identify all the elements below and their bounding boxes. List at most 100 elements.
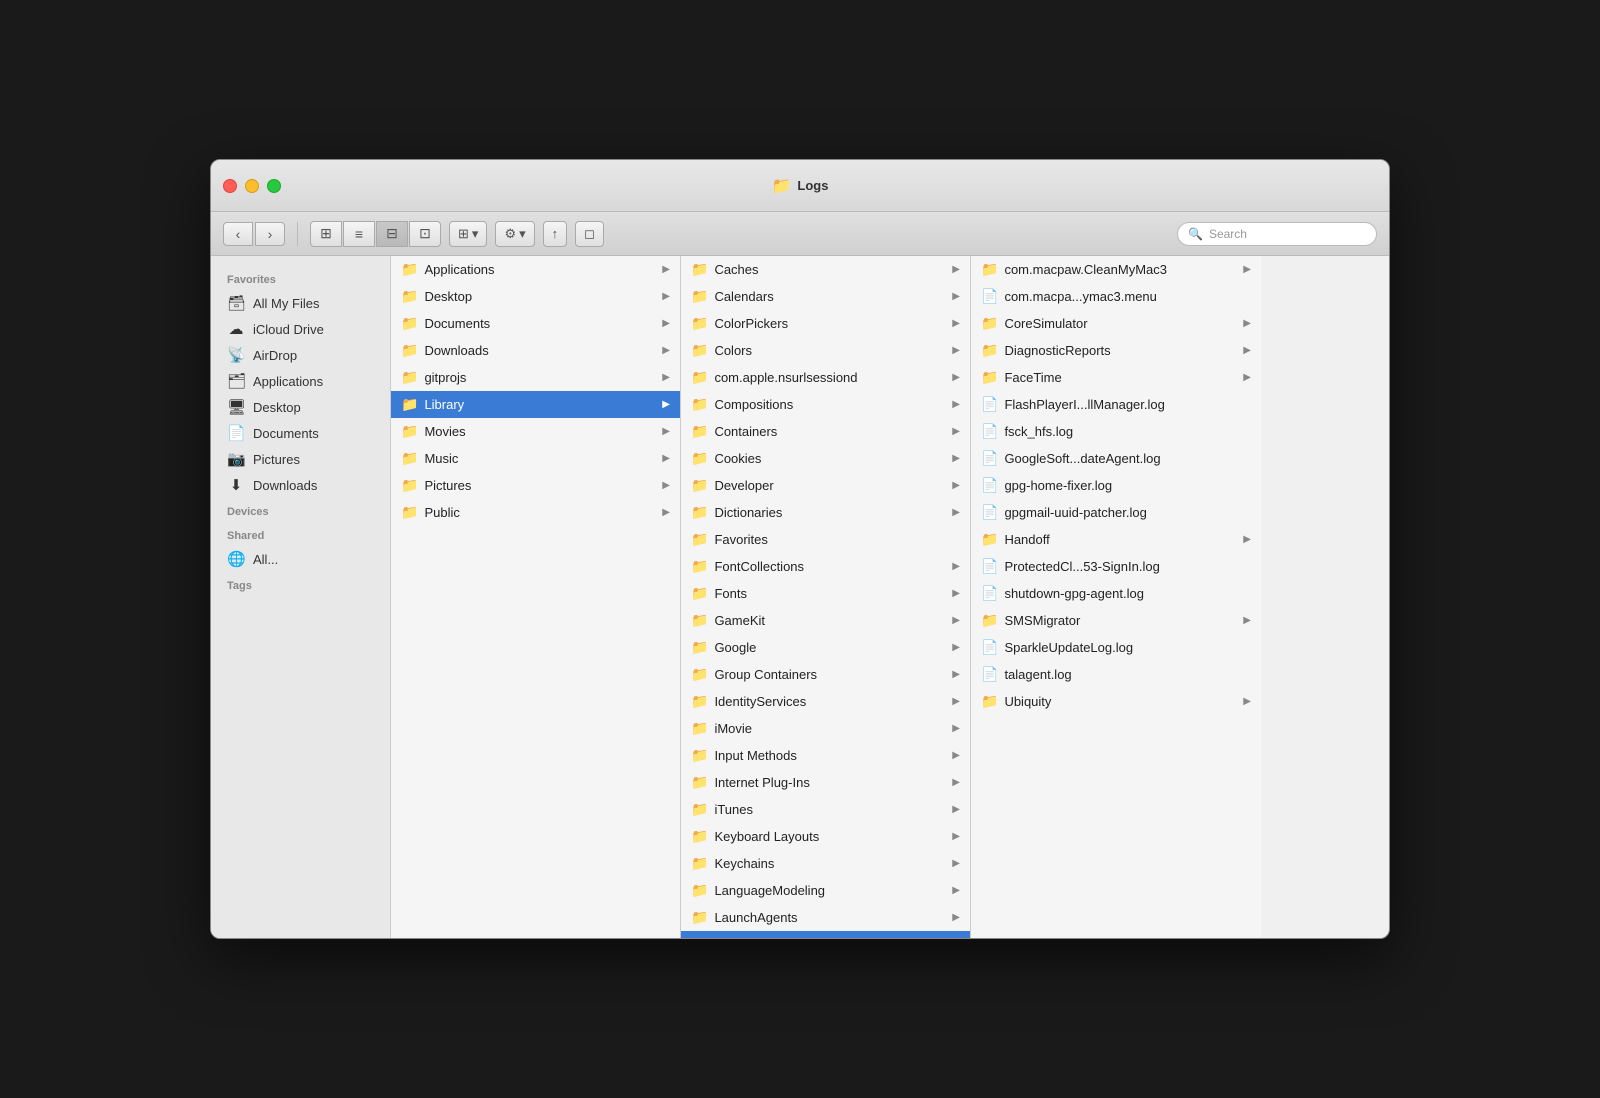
- item-name: fsck_hfs.log: [1004, 424, 1251, 439]
- list-item[interactable]: 📁 Input Methods ▶: [681, 742, 970, 769]
- list-item[interactable]: 📁 Movies ▶: [391, 418, 680, 445]
- list-item[interactable]: 📄 fsck_hfs.log: [971, 418, 1261, 445]
- list-item[interactable]: 📁 ColorPickers ▶: [681, 310, 970, 337]
- view-cover-btn[interactable]: ⊡: [409, 221, 441, 247]
- list-item[interactable]: 📁 SMSMigrator ▶: [971, 607, 1261, 634]
- search-icon: 🔍: [1188, 227, 1203, 241]
- sidebar-item-icloud[interactable]: ☁ iCloud Drive: [211, 316, 390, 342]
- arrow-icon: ▶: [952, 912, 960, 923]
- sidebar-item-label: AirDrop: [253, 348, 297, 363]
- share-button[interactable]: ↑: [543, 221, 568, 247]
- list-item[interactable]: 📁 com.macpaw.CleanMyMac3 ▶: [971, 256, 1261, 283]
- maximize-button[interactable]: [267, 179, 281, 193]
- list-item[interactable]: 📄 GoogleSoft...dateAgent.log: [971, 445, 1261, 472]
- list-item[interactable]: 📁 Ubiquity ▶: [971, 688, 1261, 715]
- list-item[interactable]: 📄 FlashPlayerI...llManager.log: [971, 391, 1261, 418]
- sidebar-item-downloads[interactable]: ⬇ Downloads: [211, 472, 390, 498]
- list-item[interactable]: 📄 ProtectedCl...53-SignIn.log: [971, 553, 1261, 580]
- list-item[interactable]: 📁 Desktop ▶: [391, 283, 680, 310]
- cover-icon: ⊡: [419, 225, 431, 242]
- list-item[interactable]: 📁 Keyboard Layouts ▶: [681, 823, 970, 850]
- folder-icon: 📁: [691, 828, 708, 845]
- list-item[interactable]: 📁 Pictures ▶: [391, 472, 680, 499]
- tag-button[interactable]: ◻: [575, 221, 604, 247]
- list-item[interactable]: 📁 gitprojs ▶: [391, 364, 680, 391]
- list-item[interactable]: 📁 Downloads ▶: [391, 337, 680, 364]
- list-item[interactable]: 📁 Compositions ▶: [681, 391, 970, 418]
- list-item[interactable]: 📄 gpg-home-fixer.log: [971, 472, 1261, 499]
- list-item[interactable]: 📁 LanguageModeling ▶: [681, 877, 970, 904]
- list-item[interactable]: 📁 Applications ▶: [391, 256, 680, 283]
- list-item[interactable]: 📄 SparkleUpdateLog.log: [971, 634, 1261, 661]
- list-item[interactable]: 📁 FaceTime ▶: [971, 364, 1261, 391]
- list-item[interactable]: 📁 IdentityServices ▶: [681, 688, 970, 715]
- sidebar-item-all-shared[interactable]: 🌐 All...: [211, 546, 390, 572]
- list-item[interactable]: 📁 Dictionaries ▶: [681, 499, 970, 526]
- list-item[interactable]: 📁 Public ▶: [391, 499, 680, 526]
- folder-icon: 📁: [691, 477, 708, 494]
- folder-icon: 📁: [691, 558, 708, 575]
- list-item-selected[interactable]: 📁 Logs ▶: [681, 931, 970, 938]
- list-item[interactable]: 📁 Documents ▶: [391, 310, 680, 337]
- item-name: com.macpa...ymac3.menu: [1004, 289, 1251, 304]
- list-item[interactable]: 📁 FontCollections ▶: [681, 553, 970, 580]
- item-name: Movies: [424, 424, 658, 439]
- list-item[interactable]: 📁 Handoff ▶: [971, 526, 1261, 553]
- list-item[interactable]: 📁 Calendars ▶: [681, 283, 970, 310]
- list-item[interactable]: 📁 Caches ▶: [681, 256, 970, 283]
- action-button[interactable]: ⚙ ▾: [495, 221, 534, 247]
- view-list-btn[interactable]: ≡: [343, 221, 375, 247]
- list-item[interactable]: 📄 com.macpa...ymac3.menu: [971, 283, 1261, 310]
- sidebar-item-desktop[interactable]: 🖥 Desktop: [211, 394, 390, 420]
- item-name: FlashPlayerI...llManager.log: [1004, 397, 1251, 412]
- item-name: gitprojs: [424, 370, 658, 385]
- back-button[interactable]: ‹: [223, 222, 253, 246]
- list-item[interactable]: 📁 DiagnosticReports ▶: [971, 337, 1261, 364]
- list-item[interactable]: 📁 Cookies ▶: [681, 445, 970, 472]
- list-item-selected[interactable]: 📁 Library ▶: [391, 391, 680, 418]
- list-item[interactable]: 📁 LaunchAgents ▶: [681, 904, 970, 931]
- list-item[interactable]: 📁 Music ▶: [391, 445, 680, 472]
- list-item[interactable]: 📁 Favorites: [681, 526, 970, 553]
- sidebar-item-pictures[interactable]: 📷 Pictures: [211, 446, 390, 472]
- item-name: Group Containers: [714, 667, 948, 682]
- list-item[interactable]: 📁 iTunes ▶: [681, 796, 970, 823]
- forward-button[interactable]: ›: [255, 222, 285, 246]
- list-item[interactable]: 📄 talagent.log: [971, 661, 1261, 688]
- list-item[interactable]: 📁 Colors ▶: [681, 337, 970, 364]
- sidebar-item-airdrop[interactable]: 📡 AirDrop: [211, 342, 390, 368]
- list-item[interactable]: 📁 CoreSimulator ▶: [971, 310, 1261, 337]
- list-item[interactable]: 📁 Containers ▶: [681, 418, 970, 445]
- view-column-btn[interactable]: ⊟: [376, 221, 408, 247]
- list-item[interactable]: 📁 Keychains ▶: [681, 850, 970, 877]
- list-item[interactable]: 📁 Internet Plug-Ins ▶: [681, 769, 970, 796]
- list-item[interactable]: 📁 com.apple.nsurlsessiond ▶: [681, 364, 970, 391]
- list-item[interactable]: 📁 Google ▶: [681, 634, 970, 661]
- close-button[interactable]: [223, 179, 237, 193]
- search-box[interactable]: 🔍 Search: [1177, 222, 1377, 246]
- item-name: Favorites: [714, 532, 960, 547]
- arrange-button[interactable]: ⊞ ▾: [449, 221, 487, 247]
- item-name: Pictures: [424, 478, 658, 493]
- list-item[interactable]: 📄 gpgmail-uuid-patcher.log: [971, 499, 1261, 526]
- list-item[interactable]: 📁 iMovie ▶: [681, 715, 970, 742]
- list-item[interactable]: 📄 shutdown-gpg-agent.log: [971, 580, 1261, 607]
- sidebar-item-documents[interactable]: 📄 Documents: [211, 420, 390, 446]
- list-item[interactable]: 📁 Group Containers ▶: [681, 661, 970, 688]
- arrow-icon: ▶: [952, 426, 960, 437]
- finder-window: 📁 Logs ‹ › ⊞ ≡ ⊟ ⊡: [210, 159, 1390, 939]
- folder-icon: 📁: [401, 369, 418, 386]
- sidebar-item-all-my-files[interactable]: 🗃 All My Files: [211, 290, 390, 316]
- minimize-button[interactable]: [245, 179, 259, 193]
- sidebar-item-label: Downloads: [253, 478, 317, 493]
- column-1: 📁 Applications ▶ 📁 Desktop ▶ 📁 Documents…: [391, 256, 681, 938]
- view-icon-btn[interactable]: ⊞: [310, 221, 342, 247]
- list-item[interactable]: 📁 Fonts ▶: [681, 580, 970, 607]
- arrow-icon: ▶: [1243, 696, 1251, 707]
- list-item[interactable]: 📁 Developer ▶: [681, 472, 970, 499]
- sidebar-item-applications[interactable]: 🗂 Applications: [211, 368, 390, 394]
- item-name: IdentityServices: [714, 694, 948, 709]
- arrow-icon: ▶: [1243, 264, 1251, 275]
- file-icon: 📄: [981, 504, 998, 521]
- list-item[interactable]: 📁 GameKit ▶: [681, 607, 970, 634]
